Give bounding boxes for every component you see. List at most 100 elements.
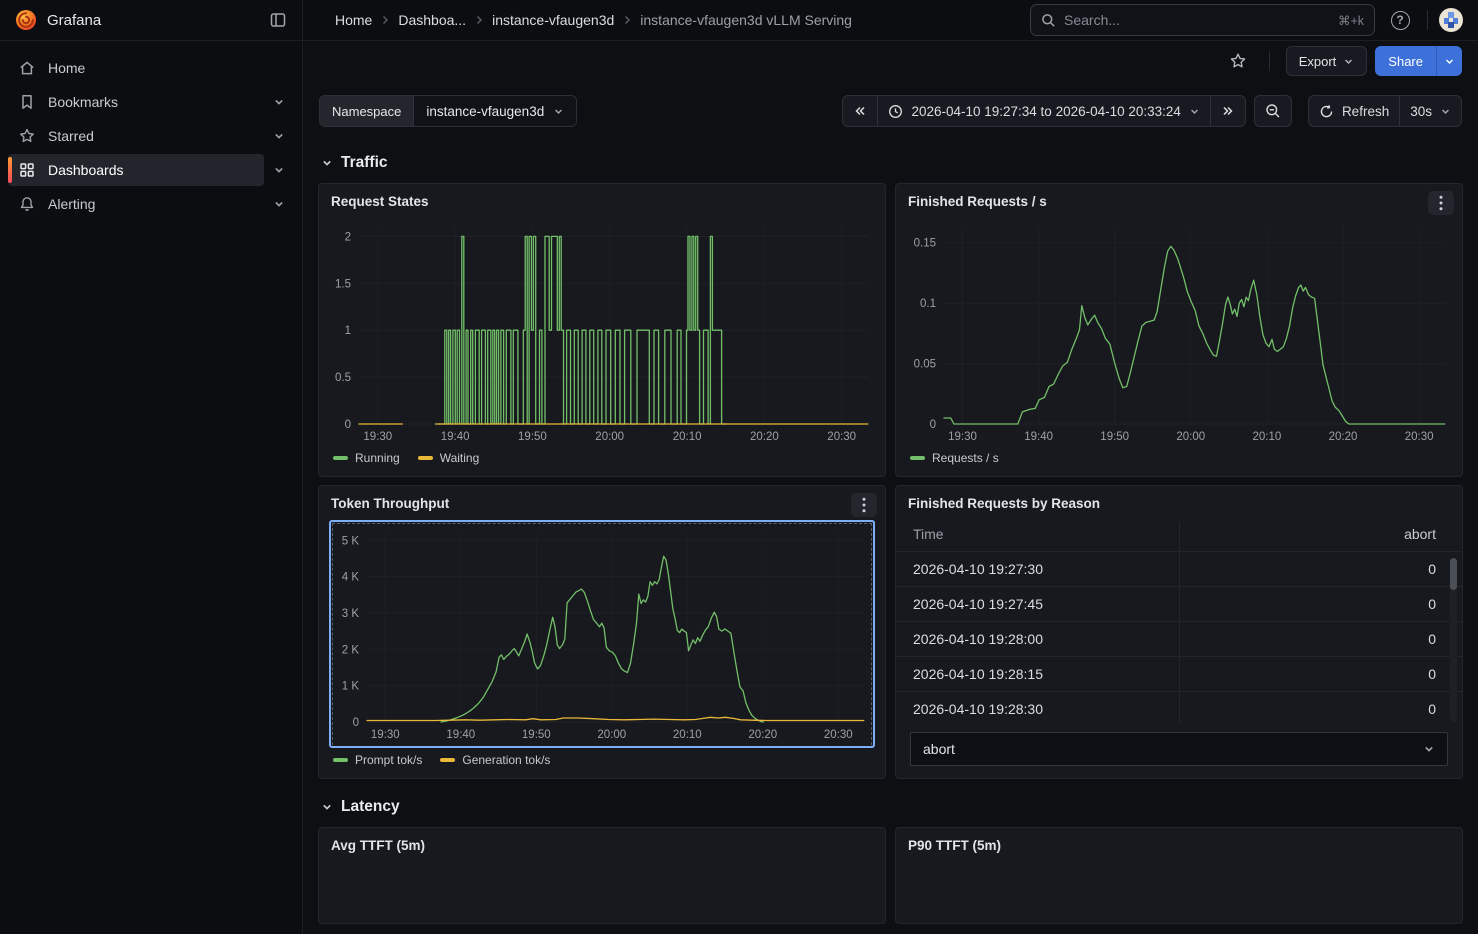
favorite-star-icon[interactable]: [1223, 46, 1253, 76]
panel-title[interactable]: Finished Requests by Reason: [896, 486, 1462, 516]
panel-title[interactable]: Finished Requests / s: [896, 184, 1462, 214]
svg-text:2: 2: [345, 231, 351, 243]
panel-title[interactable]: Token Throughput: [319, 486, 885, 516]
share-button-group: Share: [1375, 46, 1462, 76]
search-text-field[interactable]: [1064, 12, 1330, 28]
share-button[interactable]: Share: [1375, 46, 1436, 76]
sidebar-item-home-button[interactable]: Home: [8, 52, 264, 84]
sidebar: Home Bookmarks: [0, 41, 303, 934]
svg-text:20:10: 20:10: [673, 431, 702, 443]
bell-icon: [18, 195, 36, 213]
chevron-down-icon[interactable]: [264, 87, 294, 117]
sidebar-toggle-icon[interactable]: [264, 6, 292, 34]
legend-item-requests-per-s[interactable]: Requests / s: [910, 451, 999, 465]
panel-row-2: Token Throughput 01 K2 K3 K4 K5 K19:3019…: [318, 485, 1463, 779]
panel-title[interactable]: Request States: [319, 184, 885, 214]
breadcrumb-dashboards[interactable]: Dashboa...: [398, 12, 466, 28]
sidebar-item-home: Home: [0, 51, 302, 85]
sidebar-item-bookmarks-button[interactable]: Bookmarks: [8, 86, 264, 118]
svg-text:0: 0: [345, 419, 351, 431]
search-icon: [1041, 13, 1056, 28]
chevron-down-icon[interactable]: [264, 155, 294, 185]
chevron-down-icon[interactable]: [264, 189, 294, 219]
svg-text:19:40: 19:40: [1024, 431, 1053, 443]
breadcrumb-folder[interactable]: instance-vfaugen3d: [492, 12, 614, 28]
sidebar-item-starred-button[interactable]: Starred: [8, 120, 264, 152]
svg-text:20:30: 20:30: [824, 729, 853, 741]
panel-p90-ttft: P90 TTFT (5m): [895, 827, 1463, 924]
svg-text:19:30: 19:30: [948, 431, 977, 443]
dashboard-scroll-area[interactable]: Traffic Request States 00.511.5219:3019:…: [303, 127, 1478, 934]
dashboards-grid-icon: [18, 161, 36, 179]
table-scrollbar-track[interactable]: [1450, 558, 1457, 722]
export-button[interactable]: Export: [1286, 46, 1368, 76]
refresh-button[interactable]: Refresh: [1308, 95, 1400, 127]
time-shift-back-button[interactable]: [842, 95, 878, 127]
cell-time: 2026-04-10 19:27:45: [913, 596, 1043, 612]
panel-row-3: Avg TTFT (5m) P90 TTFT (5m): [318, 827, 1463, 924]
legend-swatch-yellow: [440, 758, 455, 762]
table-column-divider: [1179, 522, 1180, 724]
legend-swatch-green: [333, 758, 348, 762]
svg-text:20:10: 20:10: [673, 729, 702, 741]
section-title: Latency: [341, 798, 400, 816]
reason-select-value: abort: [923, 741, 955, 757]
finished-requests-chart[interactable]: 00.050.10.1519:3019:4019:5020:0020:1020:…: [906, 218, 1452, 446]
svg-text:2 K: 2 K: [342, 644, 360, 656]
panel-menu-kebab-icon[interactable]: [851, 493, 877, 517]
legend-item-prompt[interactable]: Prompt tok/s: [333, 753, 422, 767]
share-dropdown-button[interactable]: [1436, 46, 1462, 76]
avatar[interactable]: [1436, 5, 1466, 35]
search-input[interactable]: ⌘+k: [1030, 4, 1375, 36]
export-label: Export: [1299, 54, 1337, 69]
panel-title[interactable]: Avg TTFT (5m): [319, 828, 885, 858]
request-states-chart[interactable]: 00.511.5219:3019:4019:5020:0020:1020:202…: [329, 218, 875, 446]
section-row-traffic[interactable]: Traffic: [321, 151, 1445, 175]
svg-text:1.5: 1.5: [335, 278, 351, 290]
token-throughput-chart[interactable]: 01 K2 K3 K4 K5 K19:3019:4019:5020:0020:1…: [333, 524, 871, 744]
refresh-group: Refresh 30s: [1308, 95, 1462, 127]
dashboard-controls-row: Namespace instance-vfaugen3d 2026-04-10: [319, 95, 1462, 127]
legend-swatch-yellow: [418, 456, 433, 460]
sidebar-item-alerting-button[interactable]: Alerting: [8, 188, 264, 220]
sidebar-item-starred: Starred: [0, 119, 302, 153]
chevron-down-icon[interactable]: [264, 121, 294, 151]
help-icon[interactable]: ?: [1385, 5, 1415, 35]
table-scrollbar-thumb[interactable]: [1450, 558, 1457, 590]
time-controls: 2026-04-10 19:27:34 to 2026-04-10 20:33:…: [842, 95, 1462, 127]
bookmark-icon: [18, 93, 36, 111]
star-icon: [18, 127, 36, 145]
panel-menu-kebab-icon[interactable]: [1428, 191, 1454, 215]
cell-abort-count: 0: [1428, 666, 1436, 682]
legend-item-waiting[interactable]: Waiting: [418, 451, 480, 465]
section-row-latency[interactable]: Latency: [321, 795, 1445, 819]
column-header-abort[interactable]: abort: [1404, 526, 1436, 542]
panel-title[interactable]: P90 TTFT (5m): [896, 828, 1462, 858]
column-header-time[interactable]: Time: [913, 526, 944, 542]
time-range-picker[interactable]: 2026-04-10 19:27:34 to 2026-04-10 20:33:…: [877, 95, 1210, 127]
legend-item-running[interactable]: Running: [333, 451, 400, 465]
chevron-right-icon: [622, 15, 632, 25]
svg-text:0.5: 0.5: [335, 372, 351, 384]
panel-row-1: Request States 00.511.5219:3019:4019:502…: [318, 183, 1463, 477]
panel-finished-by-reason: Finished Requests by Reason Time abort 2…: [895, 485, 1463, 779]
panel-request-states: Request States 00.511.5219:3019:4019:502…: [318, 183, 886, 477]
time-shift-forward-button[interactable]: [1210, 95, 1246, 127]
namespace-select[interactable]: instance-vfaugen3d: [414, 96, 576, 126]
topbar-divider: [1427, 10, 1428, 30]
reason-select-dropdown[interactable]: abort: [910, 732, 1448, 766]
zoom-out-time-button[interactable]: [1254, 95, 1292, 127]
svg-text:20:20: 20:20: [1329, 431, 1358, 443]
panel-selection-outline[interactable]: 01 K2 K3 K4 K5 K19:3019:4019:5020:0020:1…: [329, 520, 875, 748]
breadcrumb-home[interactable]: Home: [335, 12, 372, 28]
section-title: Traffic: [341, 154, 388, 172]
svg-text:20:30: 20:30: [1405, 431, 1434, 443]
sidebar-item-bookmarks: Bookmarks: [0, 85, 302, 119]
search-shortcut-hint: ⌘+k: [1338, 13, 1364, 28]
chevron-down-icon: [321, 157, 333, 169]
legend-item-generation[interactable]: Generation tok/s: [440, 753, 550, 767]
refresh-interval-select[interactable]: 30s: [1399, 95, 1462, 127]
chart-legend: Prompt tok/s Generation tok/s: [319, 748, 885, 778]
sidebar-item-dashboards-button[interactable]: Dashboards: [8, 154, 264, 186]
svg-text:0.1: 0.1: [920, 298, 936, 310]
